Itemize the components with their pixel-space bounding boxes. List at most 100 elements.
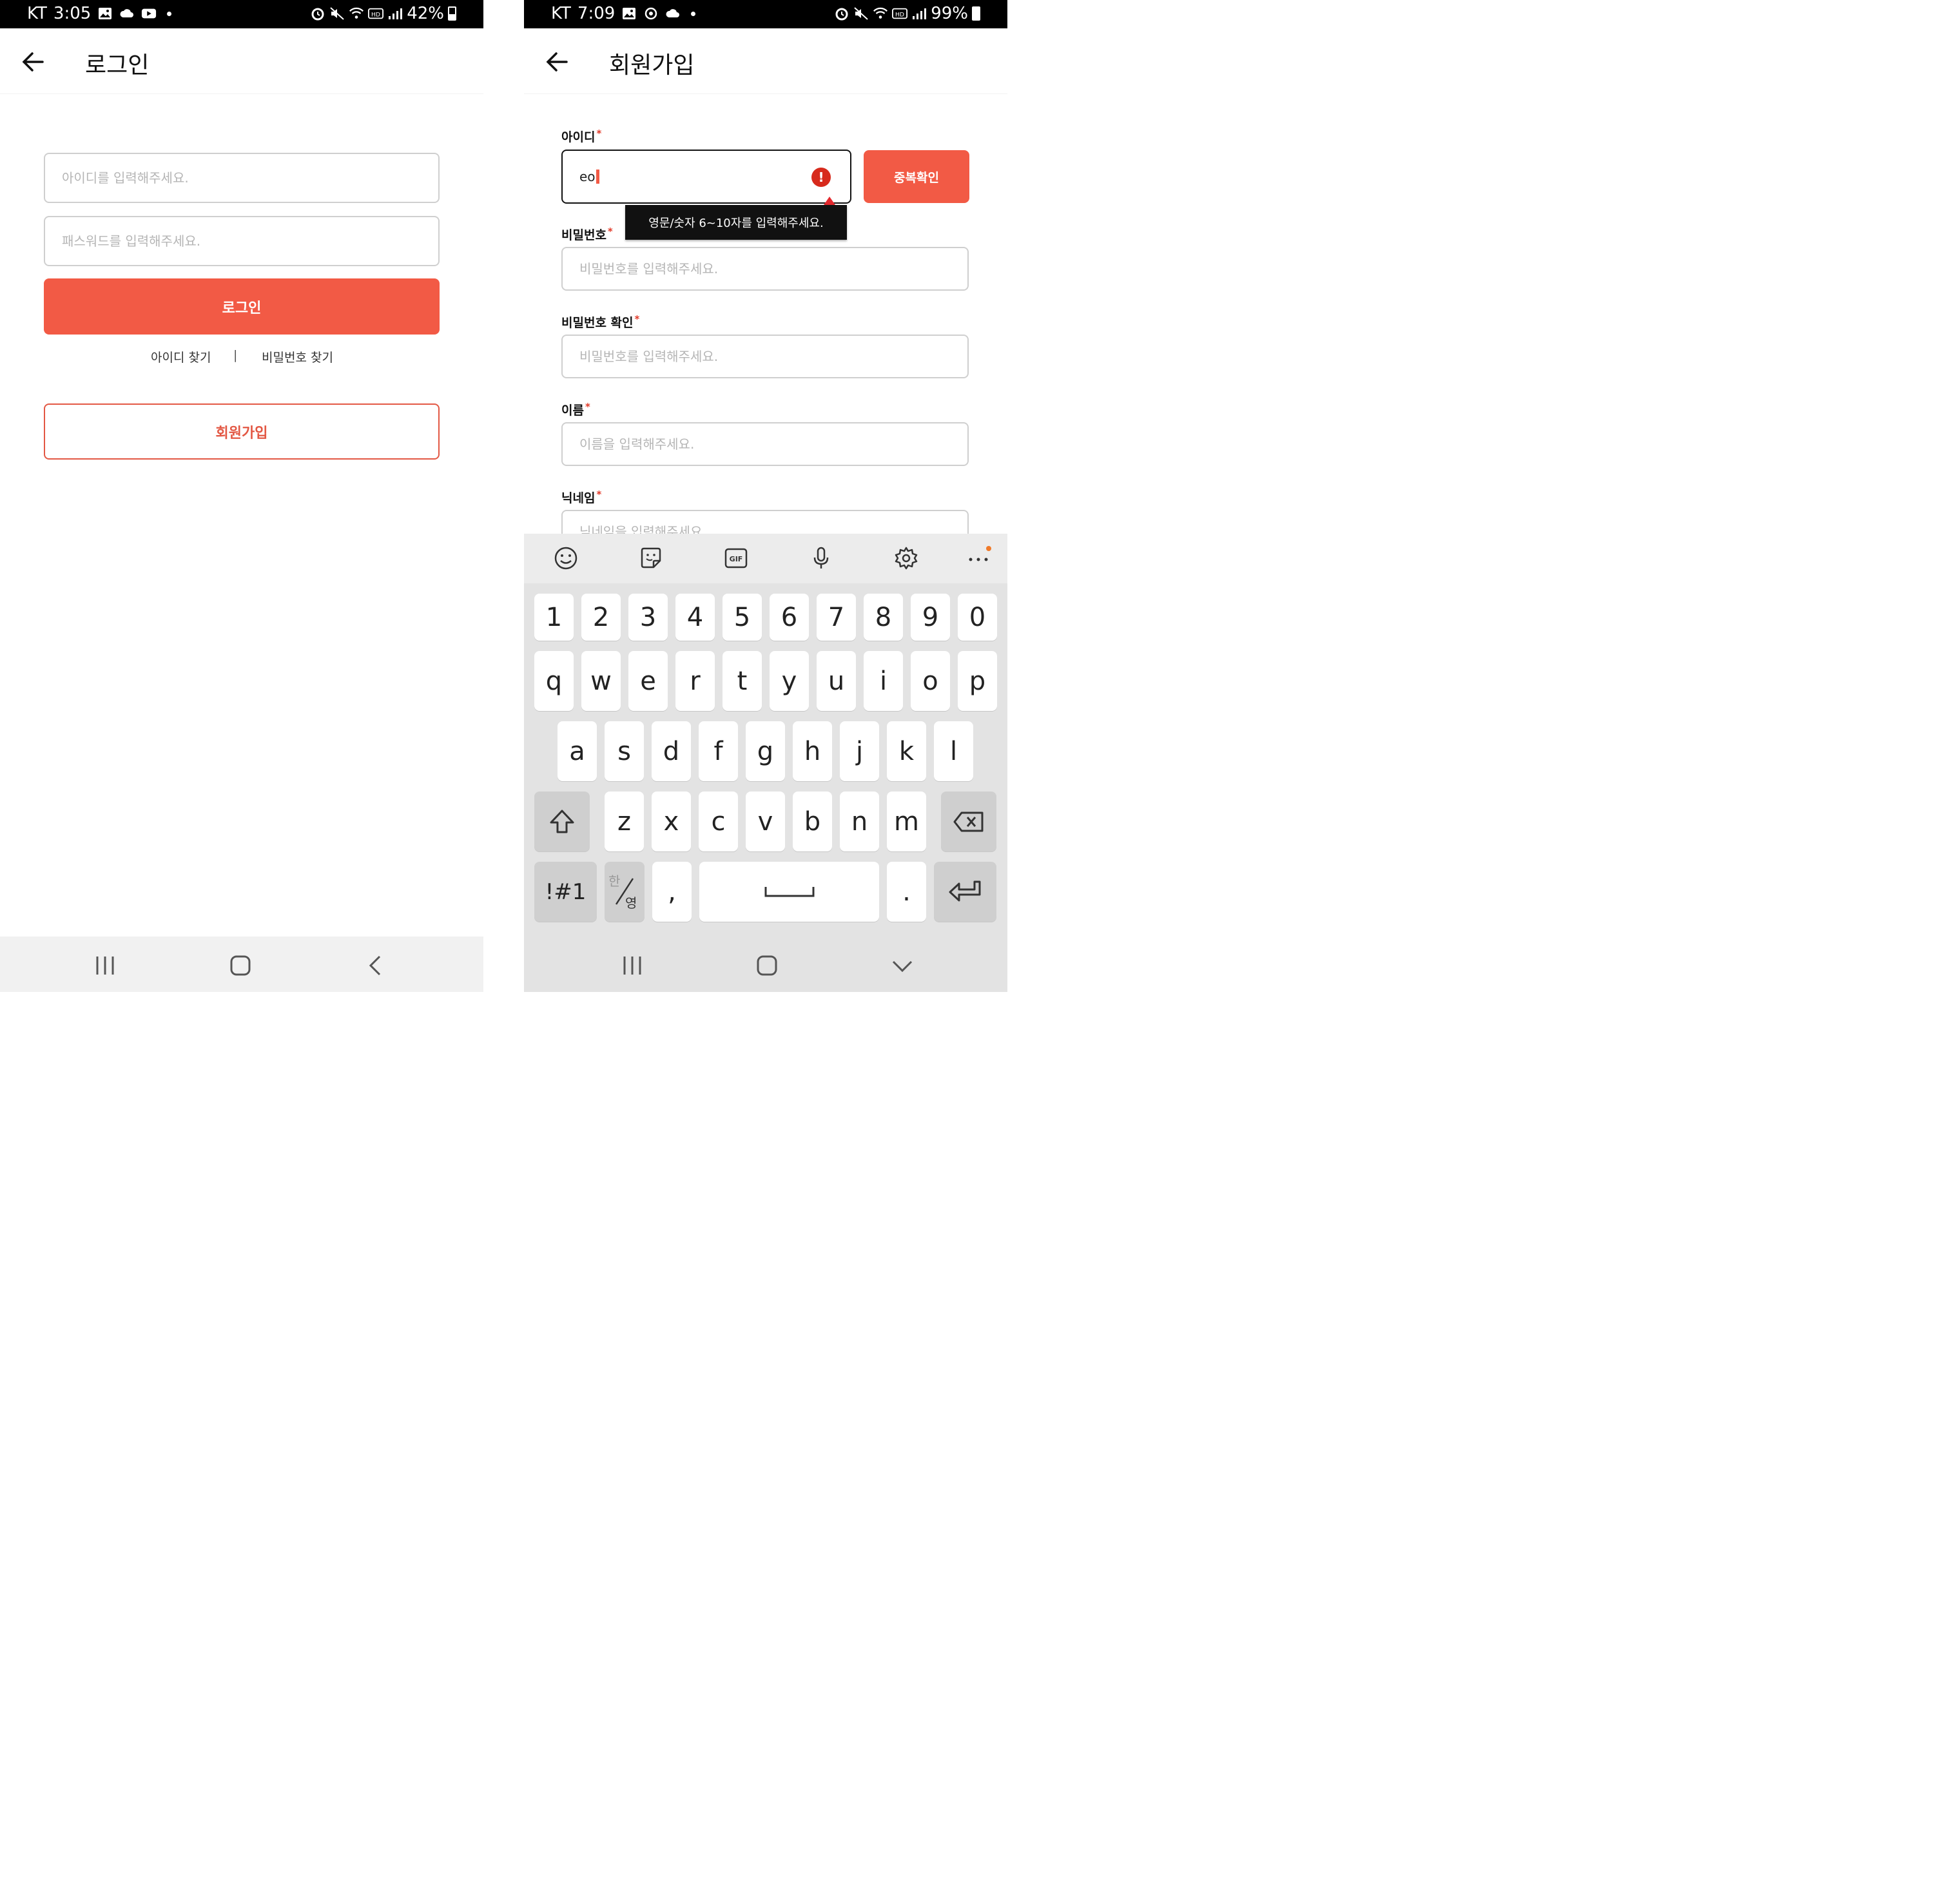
key-3[interactable]: 3 xyxy=(628,594,668,641)
login-button[interactable]: 로그인 xyxy=(44,278,440,335)
hide-keyboard-icon[interactable] xyxy=(889,953,915,978)
find-id-link[interactable]: 아이디 찾기 xyxy=(151,348,211,365)
gallery-icon xyxy=(99,8,112,19)
lang-eng-label: 영 xyxy=(625,895,637,911)
key-k[interactable]: k xyxy=(887,721,926,781)
sticker-icon[interactable] xyxy=(638,545,664,571)
key-f[interactable]: f xyxy=(699,721,738,781)
app-bar: 로그인 xyxy=(0,28,483,94)
key-g[interactable]: g xyxy=(746,721,785,781)
key-j[interactable]: j xyxy=(840,721,879,781)
mute-icon xyxy=(330,7,344,20)
password-confirm-input[interactable] xyxy=(563,336,967,377)
duplicate-check-button[interactable]: 중복확인 xyxy=(864,150,969,203)
svg-text:HD: HD xyxy=(895,12,904,19)
recents-icon[interactable] xyxy=(92,953,118,978)
battery-percent: 42% xyxy=(407,4,444,23)
error-tooltip: 영문/숫자 6~10자를 입력해주세요. xyxy=(625,205,847,240)
key-2[interactable]: 2 xyxy=(581,594,621,641)
name-label: 이름 * xyxy=(561,401,590,418)
system-nav-bar xyxy=(0,937,483,992)
key-b[interactable]: b xyxy=(793,792,832,851)
shift-key[interactable] xyxy=(534,792,590,851)
key-c[interactable]: c xyxy=(699,792,738,851)
key-7[interactable]: 7 xyxy=(817,594,856,641)
link-separator: | xyxy=(233,348,238,362)
back-nav-icon[interactable] xyxy=(363,953,389,978)
comma-key[interactable]: , xyxy=(652,862,692,922)
key-y[interactable]: y xyxy=(770,651,809,711)
back-arrow-icon[interactable] xyxy=(543,48,572,76)
find-password-link[interactable]: 비밀번호 찾기 xyxy=(262,348,333,365)
key-v[interactable]: v xyxy=(746,792,785,851)
key-z[interactable]: z xyxy=(605,792,644,851)
backspace-key[interactable] xyxy=(941,792,996,851)
key-p[interactable]: p xyxy=(958,651,997,711)
password-input[interactable] xyxy=(563,248,967,289)
status-time: 3:05 xyxy=(53,4,92,23)
id-input[interactable]: eo ! xyxy=(561,150,851,204)
key-s[interactable]: s xyxy=(605,721,644,781)
id-input-value: eo xyxy=(579,169,596,184)
key-w[interactable]: w xyxy=(581,651,621,711)
required-mark: * xyxy=(596,489,602,500)
cloud-icon xyxy=(120,9,134,17)
key-n[interactable]: n xyxy=(840,792,879,851)
key-q[interactable]: q xyxy=(534,651,574,711)
key-l[interactable]: l xyxy=(934,721,973,781)
shift-icon xyxy=(550,810,574,833)
symbols-key[interactable]: !#1 xyxy=(534,862,597,922)
signup-button[interactable]: 회원가입 xyxy=(44,403,440,460)
home-icon[interactable] xyxy=(228,953,253,978)
key-9[interactable]: 9 xyxy=(911,594,950,641)
key-h[interactable]: h xyxy=(793,721,832,781)
enter-key[interactable] xyxy=(934,862,996,922)
required-mark: * xyxy=(634,313,640,325)
recents-icon[interactable] xyxy=(619,953,645,978)
youtube-icon xyxy=(142,8,157,19)
language-switch-key[interactable]: 한 영 xyxy=(605,862,645,922)
back-arrow-icon[interactable] xyxy=(19,48,48,76)
system-nav-bar xyxy=(524,937,1007,992)
home-icon[interactable] xyxy=(754,953,780,978)
password-input[interactable] xyxy=(45,217,438,265)
key-1[interactable]: 1 xyxy=(534,594,574,641)
key-5[interactable]: 5 xyxy=(723,594,762,641)
page-title: 회원가입 xyxy=(609,52,695,79)
period-key[interactable]: . xyxy=(887,862,926,922)
id-input[interactable] xyxy=(45,154,438,202)
text-caret xyxy=(596,170,599,184)
name-input[interactable] xyxy=(563,423,967,465)
key-t[interactable]: t xyxy=(723,651,762,711)
key-d[interactable]: d xyxy=(652,721,691,781)
app-bar: 회원가입 xyxy=(524,28,1007,94)
battery-icon xyxy=(972,6,980,21)
password-field-container xyxy=(44,216,440,266)
gallery-icon xyxy=(623,8,636,19)
space-key[interactable] xyxy=(699,862,879,922)
gif-icon[interactable]: GIF xyxy=(723,545,749,571)
key-e[interactable]: e xyxy=(628,651,668,711)
keyboard-toolbar: GIF xyxy=(524,534,1007,583)
more-icon[interactable] xyxy=(965,545,991,571)
battery-icon xyxy=(448,6,456,21)
emoji-icon[interactable] xyxy=(553,545,579,571)
key-4[interactable]: 4 xyxy=(675,594,715,641)
sync-icon xyxy=(645,7,657,20)
enter-icon xyxy=(949,880,980,901)
wifi-icon xyxy=(873,7,888,19)
key-8[interactable]: 8 xyxy=(864,594,903,641)
key-a[interactable]: a xyxy=(558,721,597,781)
key-r[interactable]: r xyxy=(675,651,715,711)
key-6[interactable]: 6 xyxy=(770,594,809,641)
key-x[interactable]: x xyxy=(652,792,691,851)
settings-icon[interactable] xyxy=(893,545,919,571)
key-u[interactable]: u xyxy=(817,651,856,711)
mic-icon[interactable] xyxy=(808,545,834,571)
key-m[interactable]: m xyxy=(887,792,926,851)
key-0[interactable]: 0 xyxy=(958,594,997,641)
key-o[interactable]: o xyxy=(911,651,950,711)
key-i[interactable]: i xyxy=(864,651,903,711)
find-links: 아이디 찾기 | 비밀번호 찾기 xyxy=(44,348,440,366)
status-time: 7:09 xyxy=(577,4,616,23)
